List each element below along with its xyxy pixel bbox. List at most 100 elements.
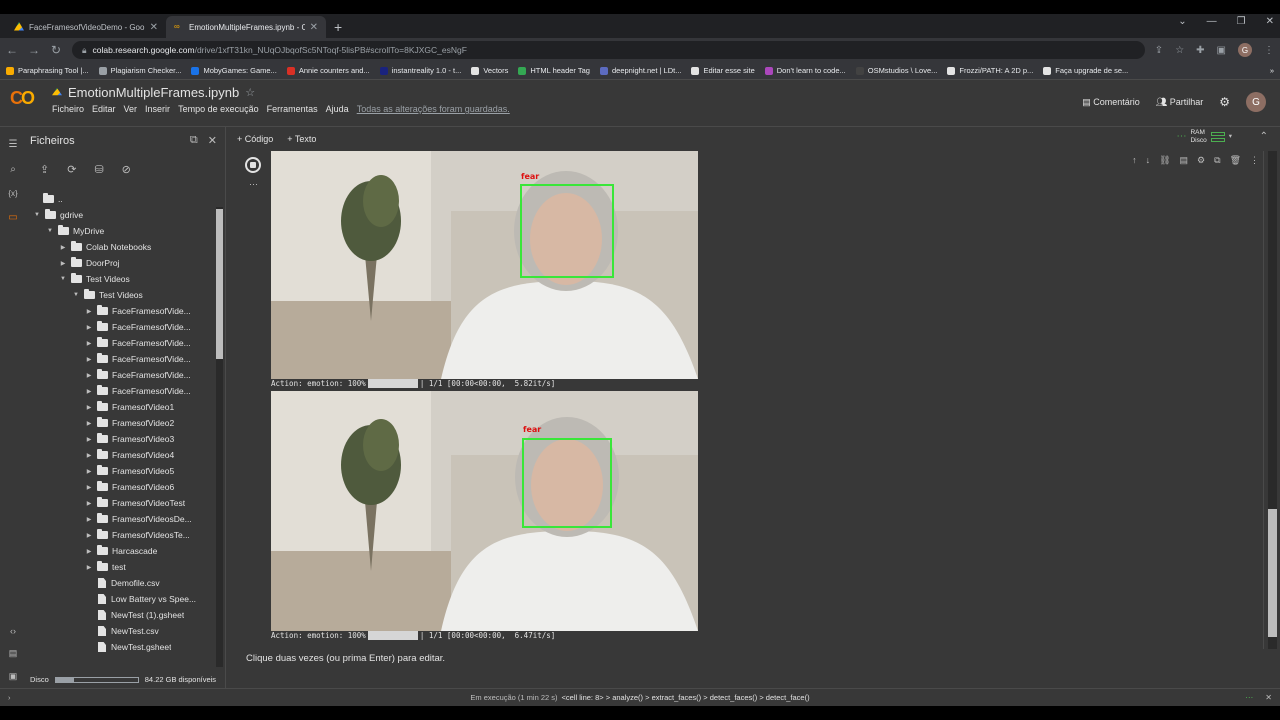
folder-item[interactable]: ▶ FramesofVideo2 xyxy=(26,415,215,431)
close-window-button[interactable]: ✕ xyxy=(1266,16,1274,27)
back-button[interactable]: ← xyxy=(6,43,18,57)
menu-item[interactable]: Ajuda xyxy=(326,104,349,114)
caret-right-icon[interactable]: ▶ xyxy=(84,404,94,411)
close-icon[interactable]: ✕ xyxy=(310,22,318,33)
caret-right-icon[interactable]: ▶ xyxy=(58,244,68,251)
folder-item[interactable]: ▼ MyDrive xyxy=(26,223,215,239)
caret-down-icon[interactable]: ▼ xyxy=(45,228,55,234)
folder-item[interactable]: ▶ FramesofVideosDe... xyxy=(26,511,215,527)
folder-item[interactable]: ▶ FaceFramesofVide... xyxy=(26,303,215,319)
folder-item[interactable]: .. xyxy=(26,191,215,207)
saved-status[interactable]: Todas as alterações foram guardadas. xyxy=(357,104,510,114)
star-icon[interactable]: ☆ xyxy=(245,86,255,99)
bookmark-item[interactable]: Plagiarism Checker... xyxy=(98,66,181,75)
profile-avatar[interactable]: G xyxy=(1238,43,1252,57)
file-item[interactable]: NewTest.csv xyxy=(26,623,215,639)
bookmark-item[interactable]: Don't learn to code... xyxy=(764,66,846,75)
folder-item[interactable]: ▶ FramesofVideoTest xyxy=(26,495,215,511)
file-item[interactable]: NewTest.gsheet xyxy=(26,639,215,655)
caret-right-icon[interactable]: ▶ xyxy=(84,564,94,571)
close-icon[interactable]: ✕ xyxy=(208,134,217,147)
caret-right-icon[interactable]: ▶ xyxy=(84,468,94,475)
folder-item[interactable]: ▼ gdrive xyxy=(26,207,215,223)
menu-item[interactable]: Inserir xyxy=(145,104,170,114)
caret-right-icon[interactable]: ▶ xyxy=(84,372,94,379)
output-scrollbar[interactable] xyxy=(1268,151,1277,649)
chevron-down-icon[interactable]: ⌄ xyxy=(1178,16,1186,27)
url-field[interactable]: 🔒︎ colab.research.google.com/drive/1xfT3… xyxy=(72,41,1145,59)
browser-tab-1[interactable]: FaceFramesofVideoDemo - Goo ✕ xyxy=(6,16,166,38)
caret-down-icon[interactable]: ▼ xyxy=(32,212,42,218)
settings-gear-icon[interactable]: ⚙ xyxy=(1219,95,1230,109)
folder-item[interactable]: ▶ FaceFramesofVide... xyxy=(26,351,215,367)
folder-item[interactable]: ▶ FramesofVideo6 xyxy=(26,479,215,495)
search-icon[interactable]: ⌕ xyxy=(10,164,16,175)
share-button[interactable]: 👥︎ Partilhar xyxy=(1156,97,1203,108)
file-item[interactable]: NewTest (1).gsheet xyxy=(26,607,215,623)
more-vert-icon[interactable]: ⋮ xyxy=(1264,45,1274,56)
caret-right-icon[interactable]: ▶ xyxy=(84,340,94,347)
folder-item[interactable]: ▶ FramesofVideo1 xyxy=(26,399,215,415)
upload-file-icon[interactable]: ⇪ xyxy=(40,163,49,176)
caret-right-icon[interactable]: ▶ xyxy=(84,452,94,459)
caret-right-icon[interactable]: ▶ xyxy=(84,388,94,395)
caret-down-icon[interactable]: ▼ xyxy=(71,292,81,298)
bookmark-item[interactable]: Frozzi/PATH: A 2D p... xyxy=(947,66,1033,75)
bookmark-item[interactable]: HTML header Tag xyxy=(518,66,590,75)
bookmark-item[interactable]: deepnight.net | LDt... xyxy=(599,66,681,75)
more-vert-icon[interactable]: ⋮ xyxy=(1250,155,1259,166)
caret-right-icon[interactable]: ▶ xyxy=(58,260,68,267)
minimize-button[interactable]: — xyxy=(1207,16,1217,27)
expand-icon[interactable]: › xyxy=(8,693,11,702)
files-icon[interactable]: ▭ xyxy=(8,212,17,223)
maximize-button[interactable]: ❐ xyxy=(1237,16,1246,27)
mount-drive-icon[interactable]: ⛁ xyxy=(94,163,103,176)
arrow-down-icon[interactable]: ↓ xyxy=(1146,155,1151,166)
user-avatar[interactable]: G xyxy=(1246,92,1266,112)
variables-icon[interactable]: {x} xyxy=(8,189,17,198)
folder-item[interactable]: ▶ FaceFramesofVide... xyxy=(26,335,215,351)
toc-icon[interactable]: ☰ xyxy=(9,139,18,150)
code-snippets-icon[interactable]: ‹› xyxy=(10,626,16,636)
folder-item[interactable]: ▼ Test Videos xyxy=(26,287,215,303)
extensions-icon[interactable]: ✚ xyxy=(1196,45,1204,56)
comment-icon[interactable]: ▤ xyxy=(1180,155,1189,166)
terminal-icon[interactable]: ▣ xyxy=(9,671,18,682)
caret-right-icon[interactable]: ▶ xyxy=(84,532,94,539)
folder-item[interactable]: ▶ FaceFramesofVide... xyxy=(26,319,215,335)
caret-right-icon[interactable]: ▶ xyxy=(84,484,94,491)
notebook-title[interactable]: EmotionMultipleFrames.ipynb xyxy=(68,85,239,100)
menu-item[interactable]: Ferramentas xyxy=(267,104,318,114)
folder-item[interactable]: ▶ Harcascade xyxy=(26,543,215,559)
close-icon[interactable]: ✕ xyxy=(150,22,158,33)
delete-icon[interactable]: 🗑︎ xyxy=(1230,155,1241,166)
caret-right-icon[interactable]: ▶ xyxy=(84,420,94,427)
add-code-button[interactable]: + Código xyxy=(237,134,273,144)
caret-down-icon[interactable]: ▼ xyxy=(58,276,68,282)
reload-button[interactable]: ↻ xyxy=(50,43,62,57)
menu-item[interactable]: Editar xyxy=(92,104,116,114)
stop-run-button[interactable] xyxy=(245,157,261,173)
caret-right-icon[interactable]: ▶ xyxy=(84,516,94,523)
mirror-cell-icon[interactable]: ⧉ xyxy=(1214,155,1220,166)
caret-right-icon[interactable]: ▶ xyxy=(84,500,94,507)
bookmark-item[interactable]: OSMstudios \ Love... xyxy=(855,66,937,75)
add-text-button[interactable]: + Texto xyxy=(287,134,316,144)
more-bookmarks-icon[interactable]: » xyxy=(1270,66,1274,75)
open-in-tab-icon[interactable]: ⧉ xyxy=(190,134,198,147)
files-scrollbar[interactable] xyxy=(216,207,223,667)
bookmark-item[interactable]: Annie counters and... xyxy=(286,66,370,75)
link-icon[interactable]: ⛓ xyxy=(1159,155,1170,166)
bookmark-item[interactable]: instantreality 1.0 - t... xyxy=(379,66,461,75)
colab-logo[interactable]: CO xyxy=(10,88,42,126)
settings-gear-icon[interactable]: ⚙ xyxy=(1197,155,1205,166)
close-icon[interactable]: ✕ xyxy=(1265,693,1272,702)
refresh-folder-icon[interactable]: ⟳ xyxy=(67,163,76,176)
menu-item[interactable]: Tempo de execução xyxy=(178,104,259,114)
browser-tab-2[interactable]: ∞ EmotionMultipleFrames.ipynb - C ✕ xyxy=(166,16,326,38)
forward-button[interactable]: → xyxy=(28,43,40,57)
folder-item[interactable]: ▶ Colab Notebooks xyxy=(26,239,215,255)
folder-item[interactable]: ▶ FramesofVideo3 xyxy=(26,431,215,447)
folder-item[interactable]: ▶ FramesofVideosTe... xyxy=(26,527,215,543)
caret-right-icon[interactable]: ▶ xyxy=(84,324,94,331)
